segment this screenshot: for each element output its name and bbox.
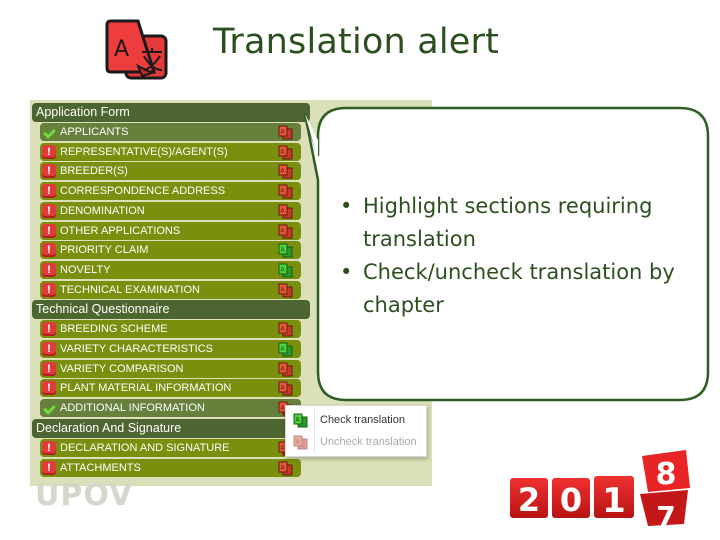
section-item[interactable]: TECHNICAL EXAMINATION A — [40, 280, 301, 299]
warning-icon — [42, 439, 56, 457]
warning-icon — [42, 459, 56, 477]
section-header[interactable]: Declaration And Signature — [32, 418, 310, 438]
warning-icon — [42, 222, 56, 240]
translation-context-menu: A Check translation A Uncheck translatio… — [285, 405, 427, 457]
warning-icon — [42, 340, 56, 358]
section-item-label: DECLARATION AND SIGNATURE — [60, 441, 230, 454]
section-item-label: REPRESENTATIVE(S)/AGENT(S) — [60, 145, 228, 158]
section-item[interactable]: ATTACHMENTS A — [40, 458, 301, 477]
section-header[interactable]: Technical Questionnaire — [32, 300, 310, 320]
checkmark-icon — [42, 125, 56, 139]
section-item[interactable]: DENOMINATION A — [40, 201, 301, 220]
section-item-label: PLANT MATERIAL INFORMATION — [60, 382, 232, 395]
year-digit: 0 — [560, 481, 582, 519]
svg-text:A: A — [114, 37, 129, 62]
section-item-label: VARIETY CHARACTERISTICS — [60, 343, 214, 355]
section-header[interactable]: Application Form — [32, 103, 310, 122]
check-translation-menu-item[interactable]: A Check translation — [286, 409, 426, 431]
section-item[interactable]: BREEDING SCHEME A — [40, 320, 301, 339]
section-item[interactable]: ADDITIONAL INFORMATION A — [40, 399, 301, 418]
year-cubes-graphic: 2 0 1 8 7 — [510, 450, 690, 528]
year-digit: 2 — [518, 481, 540, 519]
section-item-label: VARIETY COMPARISON — [60, 362, 184, 375]
slide-title: Translation alert — [213, 22, 500, 62]
section-item[interactable]: PLANT MATERIAL INFORMATION A — [40, 379, 301, 398]
section-item[interactable]: VARIETY CHARACTERISTICS A — [40, 340, 301, 358]
translation-required-icon[interactable]: A — [278, 224, 293, 239]
warning-icon — [42, 202, 56, 220]
section-item-label: OTHER APPLICATIONS — [60, 224, 181, 237]
menu-item-label: Uncheck translation — [320, 436, 417, 448]
warning-icon — [42, 143, 56, 161]
section-item[interactable]: BREEDER(S) A — [40, 162, 301, 181]
warning-icon — [42, 360, 56, 378]
section-item[interactable]: CORRESPONDENCE ADDRESS A — [40, 182, 301, 201]
translation-required-icon[interactable]: A — [278, 164, 293, 179]
uncheck-translation-menu-item[interactable]: A Uncheck translation — [286, 431, 426, 453]
translation-required-icon[interactable]: A — [278, 322, 293, 337]
section-item-label: BREEDER(S) — [60, 165, 128, 178]
section-item[interactable]: VARIETY COMPARISON A — [40, 359, 301, 378]
section-item-label: PRIORITY CLAIM — [60, 244, 149, 257]
translate-red-icon: A — [293, 435, 308, 450]
section-item-label: NOVELTY — [60, 263, 111, 276]
section-item[interactable]: REPRESENTATIVE(S)/AGENT(S) A — [40, 142, 301, 161]
section-item[interactable]: OTHER APPLICATIONS A — [40, 221, 301, 240]
section-item-label: CORRESPONDENCE ADDRESS — [60, 185, 226, 198]
translation-required-icon[interactable]: A — [278, 283, 293, 298]
translation-checked-icon[interactable]: A — [278, 243, 293, 258]
warning-icon — [42, 281, 56, 299]
section-item[interactable]: NOVELTY A — [40, 260, 301, 279]
section-item[interactable]: DECLARATION AND SIGNATUREA — [40, 438, 301, 457]
translation-required-icon[interactable]: A — [278, 204, 293, 219]
translation-required-icon[interactable]: A — [278, 125, 293, 140]
translation-required-icon[interactable]: A — [278, 461, 293, 476]
callout-bullet: Check/uncheck translation by chapter — [336, 256, 696, 322]
translation-checked-icon[interactable]: A — [278, 342, 293, 357]
section-item-label: TECHNICAL EXAMINATION — [60, 283, 200, 296]
translation-checked-icon[interactable]: A — [278, 263, 293, 278]
section-item-label: BREEDING SCHEME — [60, 323, 168, 336]
warning-icon — [42, 182, 56, 200]
warning-icon — [42, 261, 56, 279]
menu-item-label: Check translation — [320, 414, 405, 426]
callout-bullet: Highlight sections requiring translation — [336, 190, 696, 256]
section-item[interactable]: PRIORITY CLAIM A — [40, 241, 301, 260]
callout-text: Highlight sections requiring translation… — [336, 190, 696, 322]
checkmark-icon — [42, 401, 56, 415]
section-item-label: DENOMINATION — [60, 204, 145, 217]
section-item[interactable]: APPLICANTS A — [40, 123, 301, 141]
translate-icon: A — [105, 19, 168, 80]
warning-icon — [42, 320, 56, 338]
warning-icon — [42, 241, 56, 259]
section-item-label: ATTACHMENTS — [60, 461, 141, 474]
translation-required-icon[interactable]: A — [278, 184, 293, 199]
warning-icon — [42, 162, 56, 180]
section-item-label: ADDITIONAL INFORMATION — [60, 402, 205, 415]
section-item-label: APPLICANTS — [60, 126, 129, 138]
year-digit-old: 7 — [656, 500, 675, 528]
translation-required-icon[interactable]: A — [278, 362, 293, 377]
year-digit: 1 — [602, 481, 626, 521]
year-digit-new: 8 — [656, 457, 677, 492]
translation-required-icon[interactable]: A — [278, 145, 293, 160]
translate-green-icon: A — [293, 413, 308, 428]
warning-icon — [42, 379, 56, 397]
upov-logo: UPOV — [35, 478, 134, 513]
translation-required-icon[interactable]: A — [278, 381, 293, 396]
